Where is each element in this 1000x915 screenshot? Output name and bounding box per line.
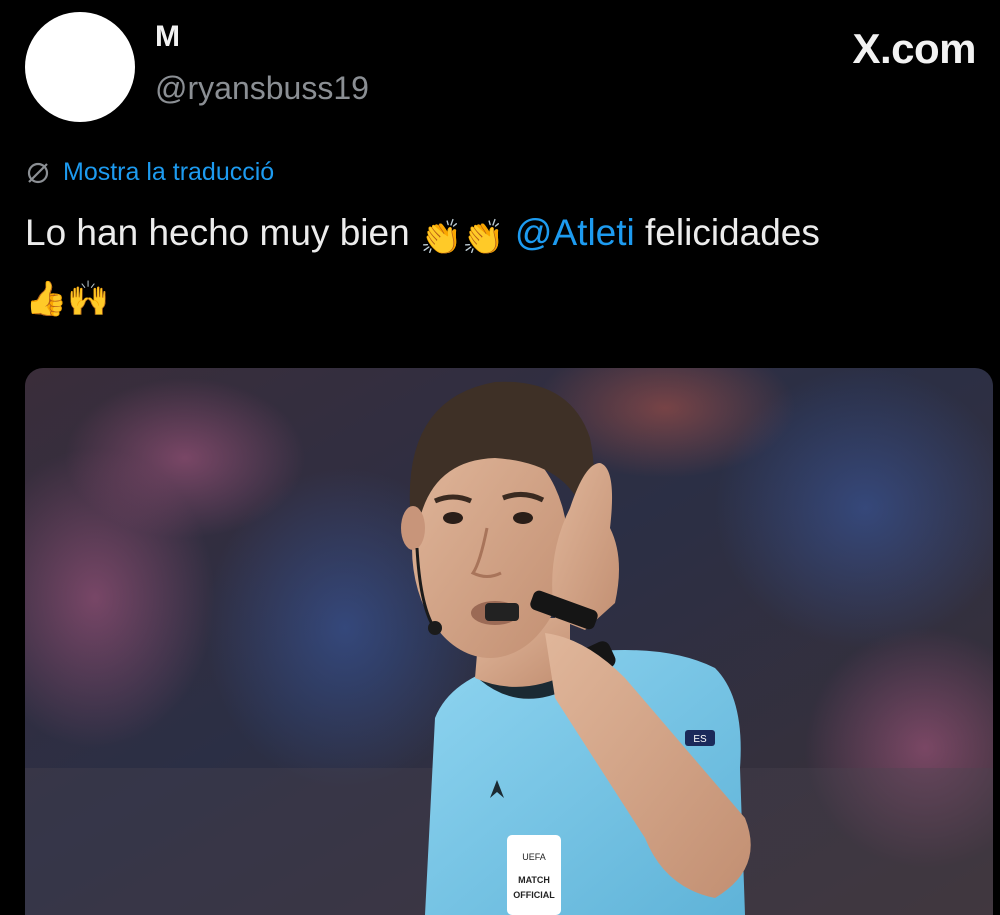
badge-line3: OFFICIAL (513, 890, 555, 900)
thumbs-up-emoji: 👍 (25, 279, 68, 319)
badge-line2: MATCH (518, 875, 550, 885)
mention-link[interactable]: @Atleti (515, 212, 635, 253)
badge-line1: UEFA (522, 852, 546, 862)
clapping-hands-emoji: 👏 (462, 218, 505, 258)
avatar[interactable] (25, 12, 135, 122)
clapping-hands-emoji: 👏 (419, 218, 463, 258)
raised-hands-emoji: 🙌 (67, 279, 110, 319)
tweet-text-part1: Lo han hecho muy bien (25, 212, 410, 253)
display-name[interactable]: M (155, 22, 180, 52)
globe-slash-icon (27, 162, 49, 183)
referee-photo: UEFA MATCH OFFICIAL ES (25, 368, 993, 915)
sleeve-patch-text: ES (693, 734, 707, 745)
brand-watermark: X.com (852, 25, 976, 72)
tweet-text-part2: felicidades (645, 212, 820, 253)
show-translation-label: Mostra la traducció (63, 158, 275, 186)
tweet-media-image[interactable]: UEFA MATCH OFFICIAL ES (25, 368, 993, 915)
tweet-text: Lo han hecho muy bien 👏👏 @Atleti felicid… (25, 205, 980, 327)
show-translation-link[interactable]: Mostra la traducció (25, 158, 274, 187)
user-handle[interactable]: @ryansbuss19 (155, 72, 369, 104)
